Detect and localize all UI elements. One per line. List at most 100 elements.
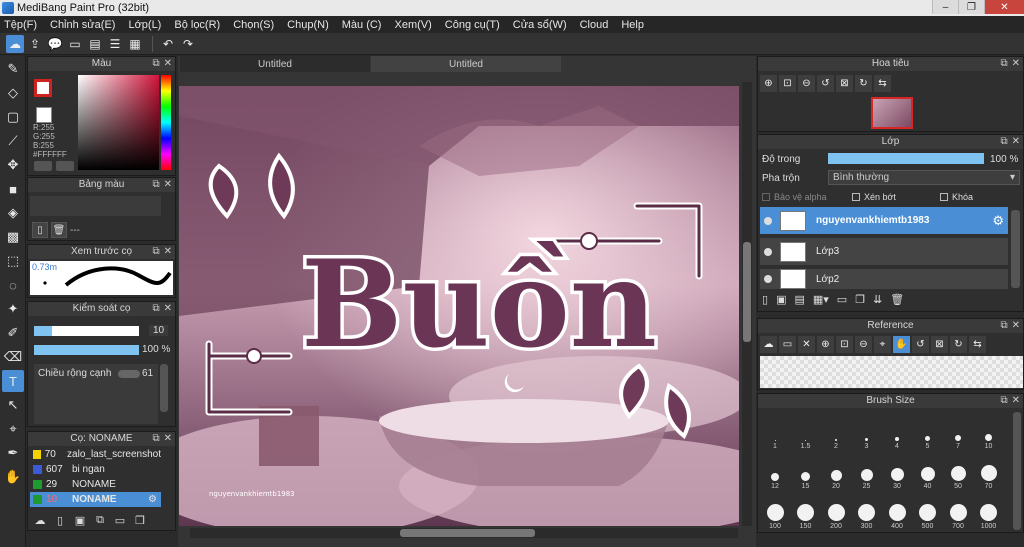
new-brush-icon[interactable]: ▯	[52, 512, 68, 528]
hand-tool-icon[interactable]: ✋	[2, 466, 24, 488]
document-tab-active[interactable]: Untitled	[371, 56, 561, 72]
text-tool-icon[interactable]: T	[2, 370, 24, 392]
zoom-in-icon[interactable]: ⊕	[760, 75, 777, 92]
menu-view[interactable]: Xem(V)	[394, 19, 431, 31]
blend-mode-select[interactable]: Bình thường ▾	[828, 170, 1020, 185]
duplicate-icon[interactable]: ❐	[132, 512, 148, 528]
select-pen-icon[interactable]: ✐	[2, 322, 24, 344]
merge-layer-icon[interactable]: ⇊	[873, 293, 882, 306]
canvas-horizontal-scrollbar[interactable]	[190, 528, 738, 538]
zoom-out-icon[interactable]: ⊖	[798, 75, 815, 92]
close-button[interactable]: ✕	[984, 0, 1024, 14]
brush-size-option[interactable]: 2	[822, 410, 850, 450]
rotate-right-icon[interactable]: ↻	[855, 75, 872, 92]
select-rect-icon[interactable]: ⬚	[2, 250, 24, 272]
brush-settings-gear-icon[interactable]: ⚙	[148, 494, 157, 505]
menu-filter[interactable]: Bộ lọc(R)	[174, 19, 220, 31]
brush-size-option[interactable]: 50	[944, 450, 972, 490]
menu-help[interactable]: Help	[621, 19, 644, 31]
menu-window[interactable]: Cửa sổ(W)	[513, 19, 567, 31]
brush-size-value[interactable]: 10	[149, 325, 169, 336]
pen-tool-icon[interactable]: ✒	[2, 442, 24, 464]
brush-size-scrollbar[interactable]	[1013, 412, 1021, 530]
canvas-vertical-scrollbar[interactable]	[742, 82, 752, 526]
fill-rect-tool-icon[interactable]: ■	[2, 178, 24, 200]
brush-size-option[interactable]: 1	[761, 410, 789, 450]
close-panel-icon[interactable]: ✕	[1012, 58, 1020, 69]
close-panel-icon[interactable]: ✕	[164, 433, 172, 444]
reference-canvas[interactable]	[760, 356, 1023, 388]
menu-color[interactable]: Màu (C)	[342, 19, 382, 31]
eyedropper-icon[interactable]: ⌖	[2, 418, 24, 440]
brush-size-option[interactable]: 500	[914, 490, 942, 530]
maximize-button[interactable]: ❐	[958, 0, 984, 14]
brush-size-slider[interactable]	[34, 326, 139, 336]
share-icon[interactable]: ⇪	[26, 35, 44, 53]
close-reference-icon[interactable]: ✕	[798, 336, 815, 353]
lock-option[interactable]: Khóa	[940, 192, 973, 202]
layer-item[interactable]: Lớp3	[760, 238, 1008, 265]
undo-icon[interactable]: ↶	[159, 35, 177, 53]
layer-item-selected[interactable]: nguyenvankhiemtb1983 ⚙	[760, 207, 1008, 234]
delete-layer-icon[interactable]: 🗑	[890, 293, 904, 306]
brush-size-option[interactable]: 25	[853, 450, 881, 490]
vertical-scroll-thumb[interactable]	[743, 242, 751, 342]
brush-size-option[interactable]: 70	[975, 450, 1003, 490]
menu-tools[interactable]: Công cụ(T)	[445, 19, 500, 31]
rotate-left-icon[interactable]: ↺	[912, 336, 929, 353]
document-tab[interactable]: Untitled	[180, 56, 370, 72]
palette-swatches[interactable]	[30, 196, 161, 216]
rotate-left-icon[interactable]: ↺	[817, 75, 834, 92]
brush-size-option[interactable]: 7	[944, 410, 972, 450]
brush-size-option[interactable]: 700	[944, 490, 972, 530]
magic-wand-icon[interactable]: ✦	[2, 298, 24, 320]
clipping-checkbox[interactable]	[852, 193, 860, 201]
clipping-option[interactable]: Xén bớt	[852, 192, 896, 202]
brush-size-option[interactable]: 10	[975, 410, 1003, 450]
brush-size-option[interactable]: 20	[822, 450, 850, 490]
open-reference-icon[interactable]: ▭	[779, 336, 796, 353]
menu-cloud[interactable]: Cloud	[580, 19, 609, 31]
menu-select[interactable]: Chọn(S)	[233, 19, 274, 31]
brush-size-option[interactable]: 12	[761, 450, 789, 490]
add-layer-menu-icon[interactable]: ▦▾	[813, 293, 829, 306]
grid-icon[interactable]: ▦	[126, 35, 144, 53]
cloud-reference-icon[interactable]: ☁	[760, 336, 777, 353]
brush-size-option[interactable]: 1000	[975, 490, 1003, 530]
detach-icon[interactable]: ⧉	[152, 58, 159, 69]
protect-alpha-option[interactable]: Bảo vệ alpha	[762, 192, 827, 202]
comment-icon[interactable]: 💬	[46, 35, 64, 53]
list-icon[interactable]: ☰	[106, 35, 124, 53]
detach-icon[interactable]: ⧉	[1000, 58, 1007, 69]
operation-tool-icon[interactable]: ↖	[2, 394, 24, 416]
brush-size-option[interactable]: 3	[853, 410, 881, 450]
brush-size-option[interactable]: 400	[883, 490, 911, 530]
redo-icon[interactable]: ↷	[179, 35, 197, 53]
comment-box-icon[interactable]: ▭	[66, 35, 84, 53]
menu-file[interactable]: Tệp(F)	[4, 19, 37, 31]
new-palette-icon[interactable]: ▯	[32, 222, 48, 238]
close-panel-icon[interactable]: ✕	[1012, 136, 1020, 147]
zoom-out-icon[interactable]: ⊖	[855, 336, 872, 353]
fit-icon[interactable]: ⊡	[836, 336, 853, 353]
brush-tool-icon[interactable]: ✎	[2, 58, 24, 80]
layer-visibility-eye-icon[interactable]	[764, 247, 772, 256]
eraser-tool-icon[interactable]: ◇	[2, 82, 24, 104]
brush-list-item[interactable]: 70 zalo_last_screenshot	[30, 447, 161, 462]
layer-visibility-eye-icon[interactable]	[764, 216, 772, 225]
brush-size-option[interactable]: 300	[853, 490, 881, 530]
delete-palette-icon[interactable]: 🗑	[51, 222, 67, 238]
new-1bit-layer-icon[interactable]: ▤	[794, 293, 804, 306]
layer-visibility-eye-icon[interactable]	[764, 275, 772, 283]
add-brush-icon[interactable]: ▣	[72, 512, 88, 528]
copy-brush-icon[interactable]: ⧉	[92, 512, 108, 528]
bucket-tool-icon[interactable]: ◈	[2, 202, 24, 224]
rotate-right-icon[interactable]: ↻	[950, 336, 967, 353]
detach-icon[interactable]: ⧉	[152, 246, 159, 257]
close-panel-icon[interactable]: ✕	[164, 179, 172, 190]
color-wheel-button[interactable]	[34, 161, 52, 171]
close-panel-icon[interactable]: ✕	[164, 246, 172, 257]
brush-size-option[interactable]: 5	[914, 410, 942, 450]
detach-icon[interactable]: ⧉	[152, 179, 159, 190]
detach-icon[interactable]: ⧉	[1000, 395, 1007, 406]
